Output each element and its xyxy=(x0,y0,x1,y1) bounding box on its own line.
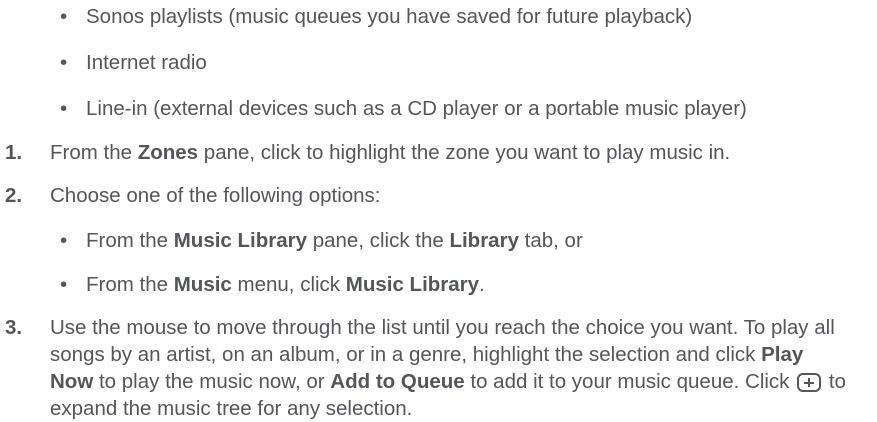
ui-term-add-to-queue: Add to Queue xyxy=(330,370,465,393)
text-run: menu, click xyxy=(231,273,346,296)
text-run: tab, or xyxy=(518,229,583,252)
bullet-text: Line-in (external devices such as a CD p… xyxy=(86,97,747,120)
step-text: From the Zones pane, click to highlight … xyxy=(50,139,730,166)
ui-term-zones: Zones xyxy=(137,141,199,164)
ui-term-music-library: Music Library xyxy=(345,273,480,296)
step-number: 3. xyxy=(5,316,23,339)
bullet-text: Internet radio xyxy=(86,51,207,74)
step-number: 1. xyxy=(5,141,23,164)
text-run: to play the music now, or xyxy=(93,370,331,393)
ui-term-music: Music xyxy=(173,273,232,296)
bullet-glyph: • xyxy=(60,273,68,296)
bullet-glyph: • xyxy=(60,229,68,252)
text-run: From the xyxy=(86,229,174,252)
bullet-glyph: • xyxy=(60,51,68,74)
bullet-text: Sonos playlists (music queues you have s… xyxy=(86,5,693,28)
ui-term-library: Library xyxy=(449,229,519,252)
option-text: From the Music Library pane, click the L… xyxy=(86,227,583,254)
text-run: Use the mouse to move through the list u… xyxy=(50,316,835,366)
text-run: to add it to your music queue. Click xyxy=(464,370,796,393)
expand-plus-icon xyxy=(797,373,822,392)
text-run: pane, click the xyxy=(307,229,450,252)
bullet-glyph: • xyxy=(60,97,68,120)
step-text: Choose one of the following options: xyxy=(50,184,381,207)
manual-page: • Sonos playlists (music queues you have… xyxy=(0,0,877,420)
text-run: . xyxy=(479,273,485,296)
text-run: From the xyxy=(86,273,174,296)
bullet-glyph: • xyxy=(60,5,68,28)
text-run: From the xyxy=(50,141,138,164)
ui-term-music-library: Music Library xyxy=(173,229,308,252)
step-number: 2. xyxy=(5,184,23,207)
step-text: Use the mouse to move through the list u… xyxy=(50,314,850,422)
option-text: From the Music menu, click Music Library… xyxy=(86,271,485,298)
text-run: pane, click to highlight the zone you wa… xyxy=(198,141,731,164)
